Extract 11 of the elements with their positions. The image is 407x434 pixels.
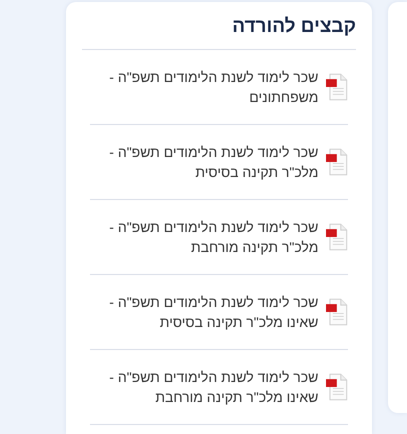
- file-link[interactable]: שכר לימוד לשנת הלימודים תשפ"ה - משפחתונים: [90, 66, 318, 107]
- pdf-file-icon: [326, 72, 348, 101]
- pdf-file-icon: [326, 222, 348, 251]
- file-link[interactable]: שכר לימוד לשנת הלימודים תשפ"ה - שאינו מלכ"ר תקינה בסיסית: [90, 292, 318, 332]
- file-link[interactable]: שכר לימוד לשנת הלימודים תשפ"ה - שאינו מלכ"ר תקינה מורחבת: [90, 366, 318, 407]
- pdf-file-icon: [326, 298, 348, 326]
- file-link[interactable]: שכר לימוד לשנת הלימודים תשפ"ה - מלכ"ר תקינה בסיסית: [90, 142, 318, 182]
- pdf-file-icon: [326, 148, 348, 176]
- pdf-file-icon: [326, 372, 348, 401]
- file-link[interactable]: שכר לימוד לשנת הלימודים תשפ"ה - מלכ"ר תקינה מורחבת: [90, 216, 318, 257]
- card-title: קבצים להורדה: [82, 2, 356, 50]
